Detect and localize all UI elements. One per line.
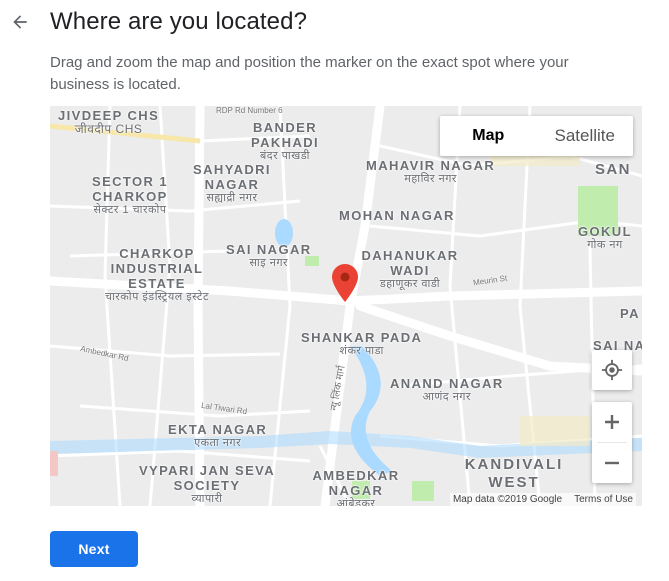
- location-marker-icon[interactable]: [332, 264, 358, 307]
- map-label: DAHANUKAR WADI डहाणूकर वाडी: [361, 248, 459, 290]
- minus-icon: [605, 461, 619, 465]
- map-label: SAN: [595, 161, 631, 178]
- map-attribution: Map data ©2019 Google Terms of Use: [449, 493, 636, 506]
- zoom-control: [592, 402, 632, 483]
- map-label: VYPARI JAN SEVA SOCIETY व्यापारी: [138, 463, 276, 505]
- map-type-satellite-button[interactable]: Satellite: [537, 116, 634, 156]
- terms-of-use-link[interactable]: Terms of Use: [574, 494, 633, 505]
- map-label: AMBEDKAR NAGAR आंबेडकर: [312, 468, 400, 506]
- map-label: MOHAN NAGAR: [339, 208, 455, 223]
- zoom-in-button[interactable]: [592, 402, 632, 442]
- road-label: RDP Rd Number 6: [216, 106, 283, 115]
- crosshair-icon: [601, 359, 623, 381]
- back-arrow-icon[interactable]: [6, 8, 34, 36]
- next-button[interactable]: Next: [50, 531, 138, 567]
- zoom-out-button[interactable]: [592, 443, 632, 483]
- page-title: Where are you located?: [50, 8, 308, 35]
- map-label: SAI NAGAR साइ नगर: [226, 242, 312, 269]
- map-type-map-button[interactable]: Map: [440, 116, 537, 156]
- map-label: SAHYADRI NAGAR सह्याद्री नगर: [193, 162, 271, 204]
- map-label: PA: [620, 306, 640, 321]
- map-canvas[interactable]: RDP Rd Number 6 Meurin St Ambedkar Rd La…: [50, 106, 642, 506]
- map-label: GOKUL गोक नग: [578, 224, 632, 251]
- map-label: BANDER PAKHADI बंदर पाखडी: [250, 120, 320, 162]
- map-label: SECTOR 1 CHARKOP सेक्टर 1 चारकोप: [92, 174, 168, 216]
- map-data-credit: Map data ©2019 Google: [452, 494, 563, 505]
- map-label: EKTA NAGAR एकता नगर: [168, 422, 268, 449]
- map-label: ANAND NAGAR आणंद नगर: [390, 376, 504, 403]
- map-label: SHANKAR PADA शंकर पाडा: [301, 330, 423, 357]
- my-location-button[interactable]: [592, 350, 632, 390]
- map-label: KANDIVALI WEST: [464, 456, 564, 491]
- map-label: JIVDEEP CHS जीवदीप CHS: [58, 108, 160, 136]
- map-label: MAHAVIR NAGAR महाविर नगर: [366, 158, 496, 185]
- map-label: CHARKOP INDUSTRIAL ESTATE चारकोप इंडस्ट्…: [104, 246, 210, 303]
- plus-icon: [605, 415, 619, 429]
- map-type-control: Map Satellite: [440, 116, 633, 156]
- page-description: Drag and zoom the map and position the m…: [50, 54, 569, 93]
